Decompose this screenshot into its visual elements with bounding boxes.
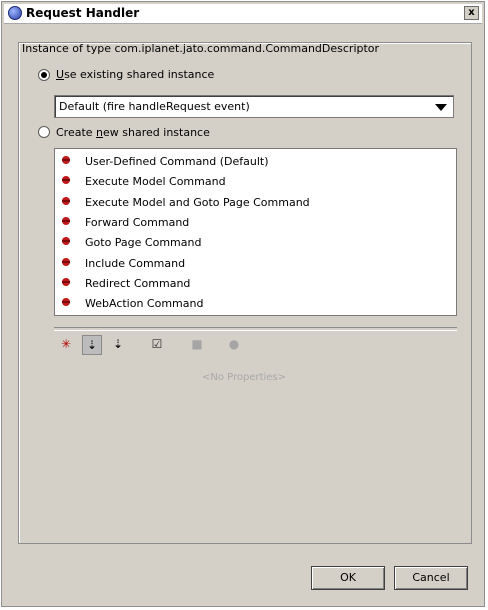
list-item[interactable]: Include Command <box>55 254 456 274</box>
list-item[interactable]: Execute Model Command <box>55 172 456 192</box>
list-item[interactable]: Goto Page Command <box>55 233 456 253</box>
dropdown-arrow-icon[interactable] <box>435 104 447 111</box>
list-item-label: Execute Model and Goto Page Command <box>85 195 310 209</box>
separator <box>54 327 457 331</box>
shared-instance-dropdown[interactable]: Default (fire handleRequest event) <box>54 95 454 118</box>
unsorted-icon[interactable]: ✳ <box>56 335 76 355</box>
ok-button[interactable]: OK <box>311 566 385 590</box>
command-icon <box>62 257 70 266</box>
list-item-label: Redirect Command <box>85 276 191 290</box>
dropdown-value: Default (fire handleRequest event) <box>59 100 250 113</box>
cancel-button[interactable]: Cancel <box>394 566 468 590</box>
list-item-label: Execute Model Command <box>85 175 226 189</box>
command-icon <box>62 176 70 185</box>
command-icon <box>62 298 70 307</box>
customize-icon[interactable]: ■ <box>187 335 207 355</box>
list-item[interactable]: User-Defined Command (Default) <box>55 152 456 172</box>
list-item-label: WebAction Command <box>85 297 204 311</box>
help-icon[interactable]: ● <box>224 335 244 355</box>
create-new-radio[interactable] <box>38 126 50 138</box>
list-item[interactable]: Redirect Command <box>55 274 456 294</box>
app-icon <box>8 6 22 20</box>
list-item[interactable]: Forward Command <box>55 213 456 233</box>
request-handler-dialog: Request Handler x Instance of type com.i… <box>1 1 485 607</box>
use-existing-label[interactable]: Use existing shared instance <box>56 68 214 81</box>
list-item[interactable]: WebAction Command <box>55 294 456 314</box>
close-button[interactable]: x <box>464 6 479 20</box>
list-item-label: Forward Command <box>85 215 190 229</box>
title-bar[interactable]: Request Handler x <box>4 4 482 24</box>
use-existing-radio[interactable] <box>38 69 50 81</box>
dialog-title: Request Handler <box>26 6 140 20</box>
list-item[interactable]: Execute Model and Goto Page Command <box>55 193 456 213</box>
list-item-label: Include Command <box>85 256 186 270</box>
command-icon <box>62 196 70 205</box>
create-new-label[interactable]: Create new shared instance <box>56 126 210 139</box>
sort-by-type-icon[interactable]: ⇣ <box>108 335 128 355</box>
command-icon <box>62 277 70 286</box>
list-item-label: User-Defined Command (Default) <box>85 155 269 168</box>
list-item-label: Goto Page Command <box>85 236 202 250</box>
command-icon <box>62 237 70 246</box>
command-icon <box>62 216 70 225</box>
instance-type-label: Instance of type com.iplanet.jato.comman… <box>22 42 380 55</box>
editable-only-icon[interactable]: ☑ <box>147 335 167 355</box>
command-icon <box>62 156 70 164</box>
no-properties-label: <No Properties> <box>201 372 287 383</box>
sort-by-name-icon[interactable]: ⇣ <box>82 335 102 355</box>
command-list[interactable]: User-Defined Command (Default) Execute Mo… <box>54 148 457 316</box>
